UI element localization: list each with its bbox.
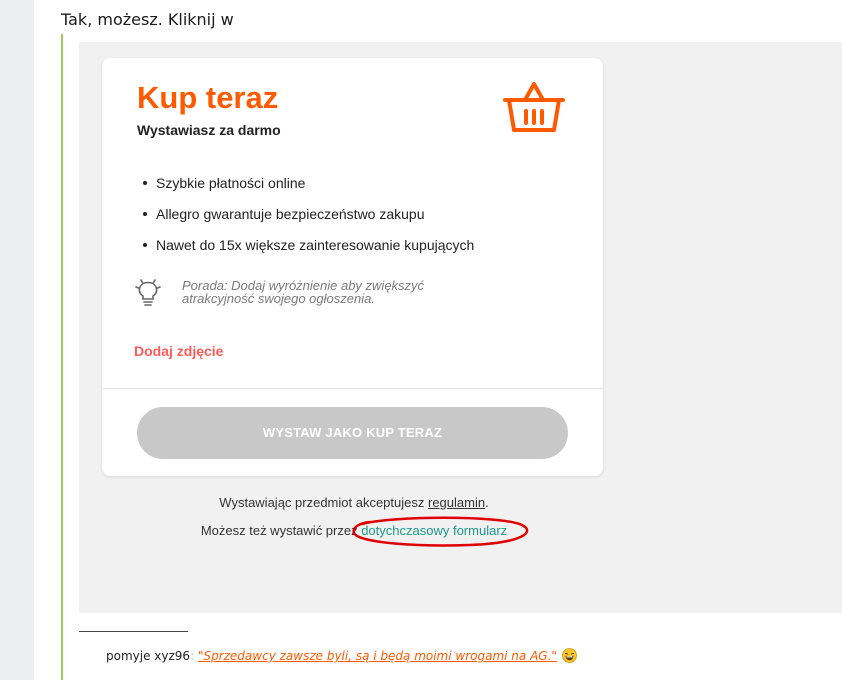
signature-divider [79,631,188,632]
terms-acceptance: Wystawiając przedmiot akceptujesz regula… [0,495,708,510]
card-title: Kup teraz [137,80,279,115]
signature-quote[interactable]: "Sprzedawcy zawsze byli, są i będą moimi… [198,649,557,663]
feature-list: Szybkie płatności online Allegro gwarant… [137,174,474,267]
left-gutter [0,0,34,680]
signature: pomyje xyz96: "Sprzedawcy zawsze byli, s… [106,648,577,663]
highlight-ellipse [352,516,529,547]
signature-separator: : [190,649,195,663]
basket-icon [503,82,565,132]
add-photo-link[interactable]: Dodaj zdjęcie [134,343,223,359]
tip-text: Porada: Dodaj wyróżnienie aby zwiększyć … [182,278,425,306]
terms-link[interactable]: regulamin [428,495,485,510]
terms-prefix: Wystawiając przedmiot akceptujesz [219,495,428,510]
list-buy-now-button[interactable]: WYSTAW JAKO KUP TERAZ [137,407,568,459]
lightbulb-icon [135,279,161,306]
laughing-emoji-icon [561,648,577,663]
signature-author: pomyje xyz96 [106,649,191,663]
card-subtitle: Wystawiasz za darmo [137,122,281,138]
quote-bar [61,34,63,680]
feature-item: Allegro gwarantuje bezpieczeństwo zakupu [137,205,474,236]
terms-suffix: . [485,495,489,510]
post-intro-text: Tak, możesz. Kliknij w [61,10,234,29]
feature-item: Nawet do 15x większe zainteresowanie kup… [137,236,474,267]
feature-item: Szybkie płatności online [137,174,474,205]
buy-now-card: Kup teraz Wystawiasz za darmo Szybkie pł… [102,58,603,476]
alt-form-prefix: Możesz też wystawić przez [200,523,362,538]
card-divider [102,388,603,389]
